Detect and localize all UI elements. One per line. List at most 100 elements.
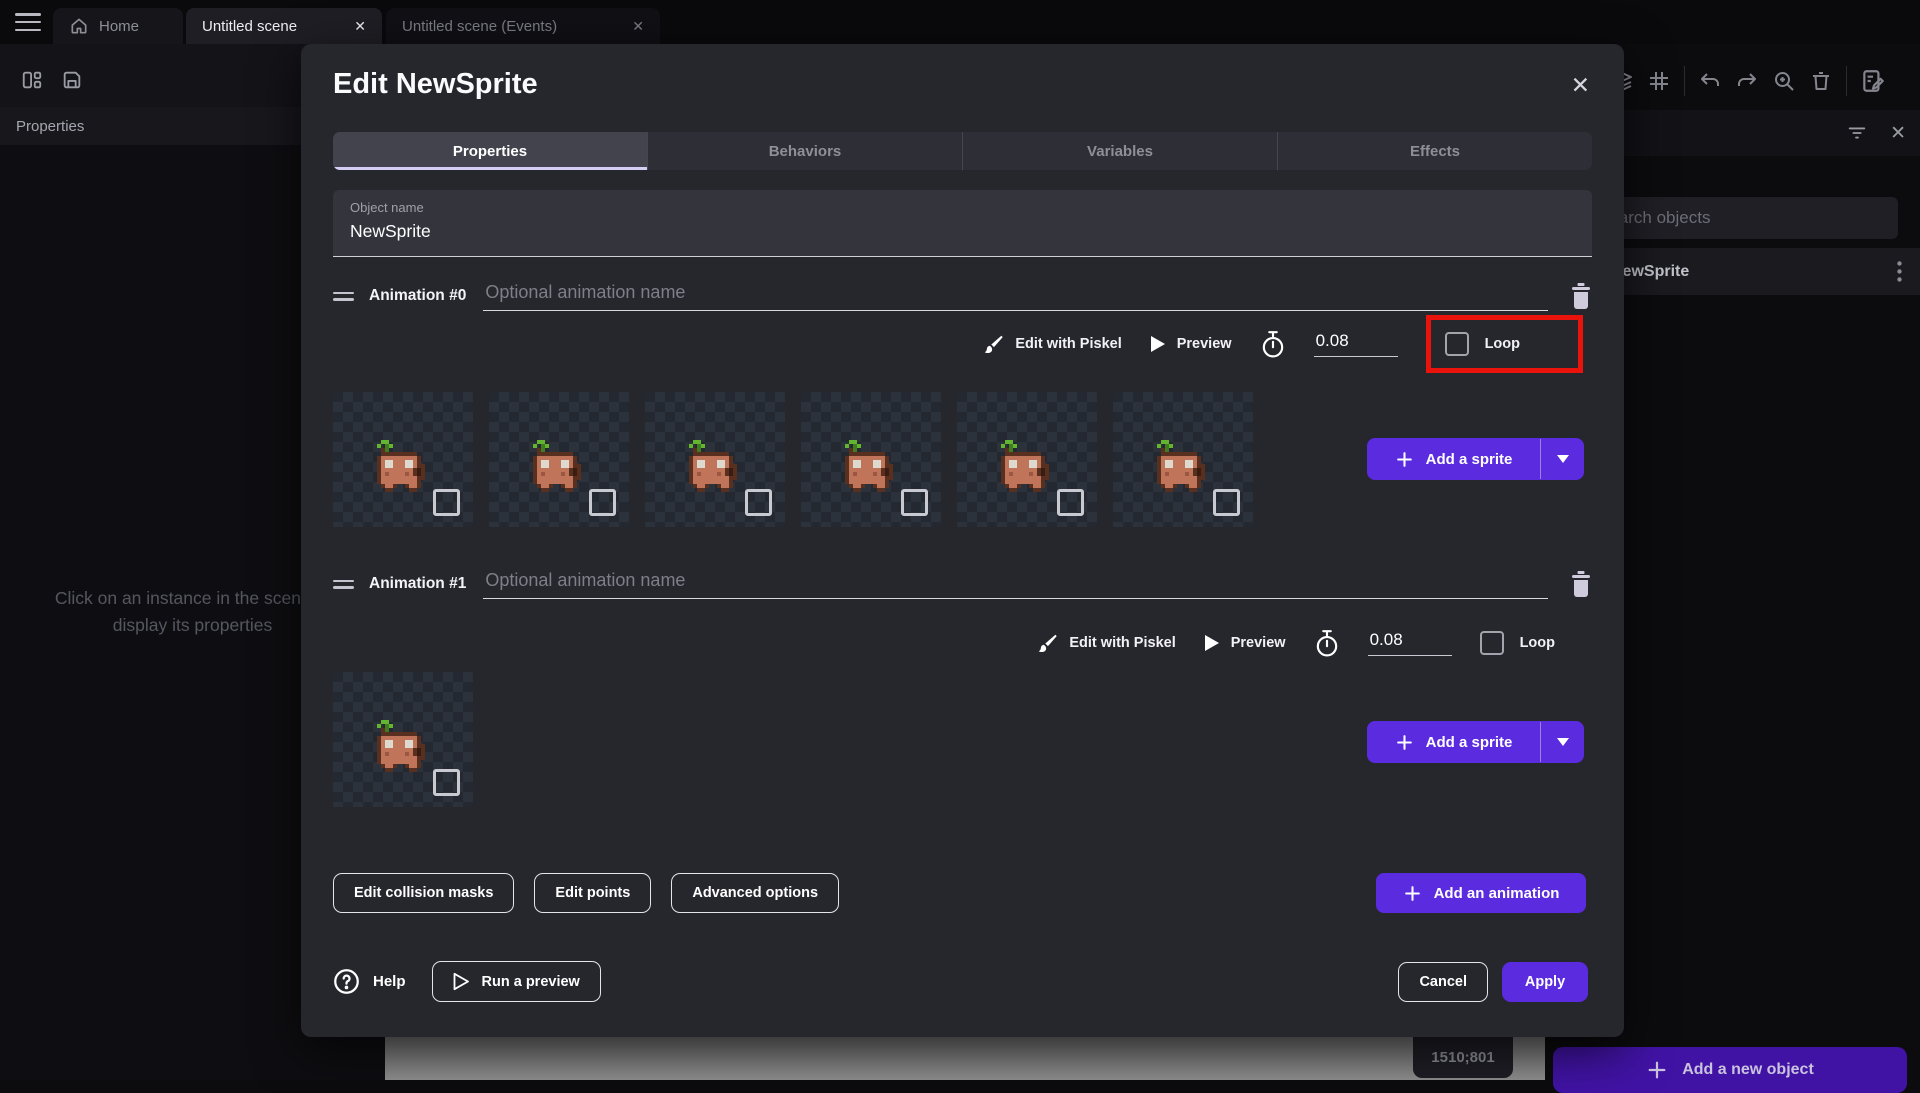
open-events-sheet-icon[interactable] [1860,68,1886,94]
sprite-frame-thumbnail[interactable] [1113,392,1253,527]
home-icon [69,16,89,36]
close-tab-icon[interactable]: ✕ [354,18,366,35]
animation-0-header: Animation #0 [333,278,1592,314]
animation-0-controls: Edit with Piskel Preview Loop [983,315,1583,373]
loop-checkbox[interactable] [1479,631,1504,655]
undo-icon[interactable] [1698,69,1722,93]
add-a-sprite-button[interactable]: Add a sprite [1367,438,1584,480]
dialog-secondary-actions: Edit collision masks Edit points Advance… [333,873,840,913]
cancel-button[interactable]: Cancel [1398,961,1488,1002]
pig-sprite-art [1001,440,1049,492]
brush-icon [983,334,1004,355]
frame-select-checkbox[interactable] [433,489,460,516]
properties-panel-title: Properties [16,117,85,135]
animation-1-controls: Edit with Piskel Preview Loop [1037,615,1583,671]
edit-collision-masks-button[interactable]: Edit collision masks [333,873,515,913]
stopwatch-icon [1314,629,1340,657]
animation-title: Animation #0 [369,287,467,304]
tab-properties[interactable]: Properties [333,132,648,170]
time-between-frames-input[interactable] [1313,331,1398,357]
main-menu-icon[interactable] [15,13,41,31]
add-a-sprite-button[interactable]: Add a sprite [1367,721,1584,763]
loop-control: Loop [1479,631,1555,655]
pig-sprite-art [689,440,737,492]
dialog-tab-bar: Properties Behaviors Variables Effects [333,132,1592,170]
edit-with-piskel-button[interactable]: Edit with Piskel [1037,633,1176,654]
frame-select-checkbox[interactable] [1057,489,1084,516]
tab-home[interactable]: Home [53,8,183,44]
time-between-frames-input[interactable] [1367,630,1452,656]
object-menu-icon[interactable] [1897,261,1902,282]
top-bar: Home Untitled scene ✕ Untitled scene (Ev… [0,0,1920,44]
pig-sprite-art [533,440,581,492]
objects-search-box [1580,197,1898,239]
frame-select-checkbox[interactable] [1213,489,1240,516]
tab-behaviors[interactable]: Behaviors [648,132,963,170]
scene-canvas[interactable] [385,1037,1545,1080]
frame-select-checkbox[interactable] [433,769,460,796]
zoom-in-icon[interactable] [1772,69,1796,93]
run-a-preview-button[interactable]: Run a preview [431,961,601,1002]
delete-animation-icon[interactable] [1570,571,1592,597]
preview-button[interactable]: Preview [1150,335,1232,353]
advanced-options-button[interactable]: Advanced options [671,873,840,913]
add-new-object-button[interactable]: Add a new object [1553,1047,1907,1093]
drag-handle-icon[interactable] [333,579,354,589]
sprite-frame-thumbnail[interactable] [957,392,1097,527]
animation-title: Animation #1 [369,575,467,592]
search-objects-input[interactable] [1580,197,1898,239]
object-name-input[interactable] [350,221,1575,242]
save-icon[interactable] [61,69,83,91]
dialog-title: Edit NewSprite [333,68,538,100]
close-panel-icon[interactable]: ✕ [1890,122,1906,145]
frame-select-checkbox[interactable] [589,489,616,516]
scene-toolbar [1610,64,1886,98]
plus-icon [1395,733,1414,752]
apply-button[interactable]: Apply [1502,961,1588,1002]
close-dialog-icon[interactable]: ✕ [1571,72,1590,99]
filter-icon[interactable] [1846,122,1868,144]
animation-1-frames [333,672,473,807]
sprite-frame-thumbnail[interactable] [489,392,629,527]
sprite-frame-thumbnail[interactable] [801,392,941,527]
tab-untitled-scene-events[interactable]: Untitled scene (Events) ✕ [386,8,660,44]
frame-select-checkbox[interactable] [745,489,772,516]
loop-label: Loop [1484,336,1520,352]
tab-events-label: Untitled scene (Events) [402,17,558,35]
sprite-frame-thumbnail[interactable] [333,672,473,807]
sprite-frame-thumbnail[interactable] [333,392,473,527]
toggle-panels-icon[interactable] [21,69,43,91]
edit-object-dialog: Edit NewSprite ✕ Properties Behaviors Va… [301,44,1624,1037]
chevron-down-icon [1556,455,1569,463]
plus-icon [1395,450,1414,469]
animation-name-input[interactable] [483,569,1548,599]
stopwatch-icon [1260,330,1286,358]
add-sprite-dropdown-button[interactable] [1541,721,1584,763]
loop-checkbox[interactable] [1444,332,1469,356]
grid-icon[interactable] [1647,69,1671,93]
tab-effects[interactable]: Effects [1278,132,1592,170]
add-an-animation-button[interactable]: Add an animation [1376,873,1586,913]
redo-icon[interactable] [1735,69,1759,93]
tab-variables[interactable]: Variables [963,132,1278,170]
help-button[interactable]: Help [333,968,406,995]
sprite-frame-thumbnail[interactable] [645,392,785,527]
tab-scene-label: Untitled scene [202,17,298,35]
edit-points-button[interactable]: Edit points [534,873,652,913]
close-tab-icon[interactable]: ✕ [632,18,644,35]
object-name-field-label: Object name [350,200,424,215]
play-icon [1204,634,1220,652]
edit-with-piskel-button[interactable]: Edit with Piskel [983,334,1122,355]
object-name-field: Object name [333,190,1592,257]
drag-handle-icon[interactable] [333,291,354,301]
trash-icon[interactable] [1809,69,1833,93]
add-sprite-dropdown-button[interactable] [1541,438,1584,480]
preview-button[interactable]: Preview [1204,634,1286,652]
loop-label: Loop [1519,635,1555,651]
tab-untitled-scene[interactable]: Untitled scene ✕ [186,8,382,44]
pig-sprite-art [377,440,425,492]
delete-animation-icon[interactable] [1570,283,1592,309]
help-icon [333,968,360,995]
animation-name-input[interactable] [483,281,1548,311]
frame-select-checkbox[interactable] [901,489,928,516]
